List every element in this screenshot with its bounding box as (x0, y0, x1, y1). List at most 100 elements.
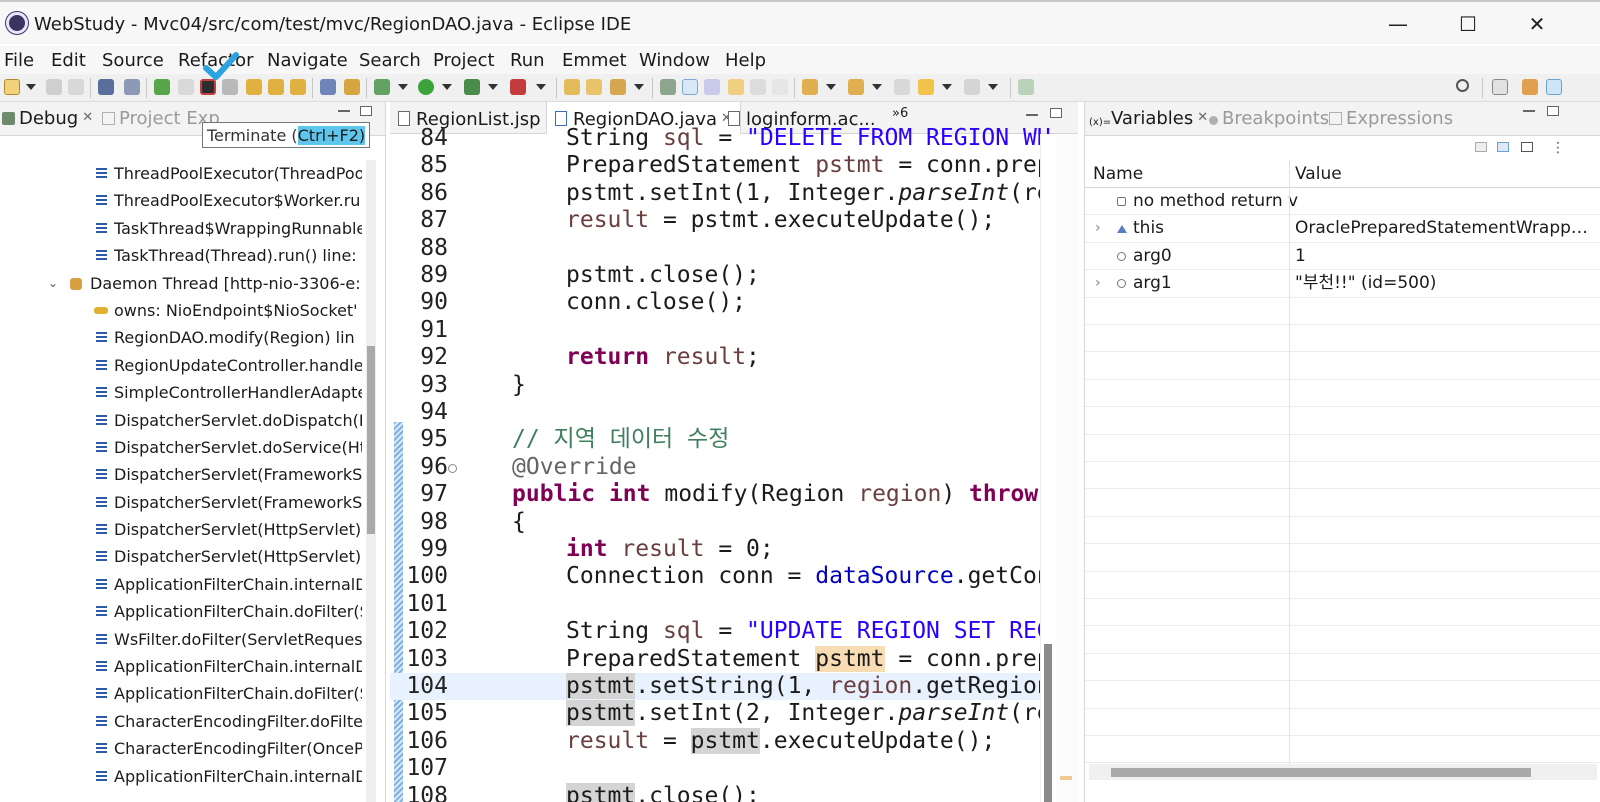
editor-scrollbar-thumb[interactable] (1044, 644, 1052, 802)
code-line[interactable]: 100 Connection conn = dataSource.getCon (390, 563, 1050, 590)
back-icon[interactable] (918, 79, 934, 95)
stack-frame-item[interactable]: ThreadPoolExecutor$Worker.ru (0, 187, 362, 214)
fold-toggle-icon[interactable] (448, 463, 457, 473)
chevron-down-icon[interactable] (942, 84, 952, 90)
code-line[interactable]: 108 pstmt.close(); (390, 782, 1040, 802)
tab-breakpoints[interactable]: Breakpoints (1209, 108, 1329, 129)
stack-frame-item[interactable]: DispatcherServlet(HttpServlet).s (0, 543, 362, 570)
collapse-all-icon[interactable] (1475, 142, 1487, 152)
stack-frame-item[interactable]: ApplicationFilterChain.internalD (0, 763, 362, 790)
forward-icon[interactable] (964, 79, 980, 95)
menu-run[interactable]: Run (510, 50, 545, 71)
external-tools-icon[interactable] (510, 79, 526, 95)
skip-breakpoints-icon[interactable] (124, 79, 140, 95)
tab-variables[interactable]: (x)=Variables ✕ (1089, 108, 1208, 130)
drop-to-frame-icon[interactable] (320, 79, 336, 95)
minimize-button[interactable]: — (1378, 10, 1418, 38)
console-icon[interactable] (98, 79, 114, 95)
variable-row[interactable]: › arg1 "부천!!" (id=500) (1085, 270, 1600, 298)
variables-scrollbar-thumb[interactable] (1111, 768, 1531, 777)
close-icon[interactable]: ✕ (1197, 110, 1208, 125)
suspend-icon[interactable] (178, 79, 194, 95)
code-line[interactable]: 101 (390, 591, 1040, 618)
step-over-icon[interactable] (268, 79, 284, 95)
menu-search[interactable]: Search (359, 50, 421, 71)
coverage-icon[interactable] (464, 79, 480, 95)
stack-frame-item[interactable]: ApplicationFilterChain.doFilter(S (0, 680, 362, 707)
maximize-view-icon[interactable] (360, 106, 372, 116)
column-header-name[interactable]: Name (1093, 164, 1143, 184)
code-line[interactable]: 96 @Override (390, 454, 1040, 481)
layout-icon[interactable] (1521, 142, 1533, 152)
overview-ruler[interactable] (1056, 134, 1078, 802)
save-all-icon[interactable] (68, 79, 84, 95)
maximize-view-icon[interactable] (1547, 106, 1559, 116)
stack-frame-item[interactable]: DispatcherServlet.doService(Ht (0, 434, 362, 461)
code-line[interactable]: 88 (390, 235, 1040, 262)
code-line[interactable]: 84 String sql = "DELETE FROM REGION WH (390, 125, 1050, 152)
close-icon[interactable]: ✕ (82, 110, 93, 125)
stack-frame-item[interactable]: ApplicationFilterChain.internalD (0, 571, 362, 598)
code-line[interactable]: 99 int result = 0; (390, 536, 1040, 563)
thread-item[interactable]: ⌄ Daemon Thread [http-nio-3306-e: (0, 270, 362, 297)
stack-frame-list[interactable]: ThreadPoolExecutor(ThreadPoo ThreadPoolEx… (0, 160, 362, 790)
chevron-down-icon[interactable] (488, 84, 498, 90)
code-line[interactable]: 93} (390, 372, 1040, 399)
variable-row[interactable]: › this OraclePreparedStatementWrappe... (1085, 215, 1600, 243)
code-line[interactable]: 87 result = pstmt.executeUpdate(); (390, 207, 1040, 234)
chevron-down-icon[interactable]: ⌄ (48, 270, 58, 297)
show-whitespace-icon[interactable] (772, 79, 788, 95)
stack-frame-item[interactable]: DispatcherServlet(HttpServlet).s (0, 516, 362, 543)
variable-row[interactable]: arg0 1 (1085, 243, 1600, 271)
chevron-down-icon[interactable] (442, 84, 452, 90)
use-step-filters-icon[interactable] (344, 79, 360, 95)
code-line[interactable]: 92 return result; (390, 344, 1040, 371)
code-line[interactable]: 104 pstmt.setString(1, region.getRegion (390, 673, 1051, 701)
toggle-breadcrumb-icon[interactable] (704, 79, 720, 95)
next-annotation-icon[interactable] (802, 79, 818, 95)
stack-frame-item[interactable]: DispatcherServlet(FrameworkSe (0, 461, 362, 488)
code-line[interactable]: 103 PreparedStatement pstmt = conn.prep (390, 645, 1051, 673)
menu-emmet[interactable]: Emmet (562, 50, 627, 71)
stack-frame-item[interactable]: DispatcherServlet.doDispatch(H (0, 407, 362, 434)
maximize-button[interactable]: ☐ (1448, 10, 1488, 38)
chevron-right-icon[interactable]: › (1095, 270, 1101, 297)
previous-annotation-icon[interactable] (848, 79, 864, 95)
code-line[interactable]: 106 result = pstmt.executeUpdate(); (390, 727, 1040, 755)
code-line[interactable]: 107 (390, 755, 1040, 782)
stack-frame-item[interactable]: CharacterEncodingFilter(OnceP (0, 735, 362, 762)
code-line[interactable]: 95 // 지역 데이터 수정 (390, 426, 1040, 453)
menu-source[interactable]: Source (102, 50, 164, 71)
code-line[interactable]: 102 String sql = "UPDATE REGION SET REG (390, 618, 1050, 645)
step-into-icon[interactable] (246, 79, 262, 95)
stack-frame-item[interactable]: DispatcherServlet(FrameworkSe (0, 489, 362, 516)
view-menu-icon[interactable]: ⋮ (1551, 140, 1565, 156)
debug-scrollbar[interactable] (366, 160, 376, 802)
maximize-view-icon[interactable] (1050, 108, 1062, 118)
stack-frame-item[interactable]: ApplicationFilterChain.internalD (0, 653, 362, 680)
stack-frame-item[interactable]: RegionDAO.modify(Region) lin (0, 324, 362, 351)
chevron-down-icon[interactable] (536, 84, 546, 90)
pin-editor-icon[interactable] (1018, 79, 1034, 95)
stack-frame-item[interactable]: RegionUpdateController.handle (0, 352, 362, 379)
editor-scrollbar[interactable] (1040, 134, 1054, 802)
tab-expressions[interactable]: Expressions (1329, 108, 1453, 129)
open-task-icon[interactable] (610, 79, 626, 95)
menu-edit[interactable]: Edit (51, 50, 86, 71)
minimize-view-icon[interactable] (338, 110, 350, 112)
highlight-occurrences-icon[interactable] (682, 79, 698, 95)
java-ee-perspective-icon[interactable] (1522, 79, 1538, 95)
new-icon[interactable] (4, 79, 20, 95)
step-return-icon[interactable] (290, 79, 306, 95)
stack-frame-item[interactable]: ApplicationFilterChain.doFilter(S (0, 598, 362, 625)
search-icon[interactable] (660, 79, 676, 95)
debug-icon[interactable] (374, 79, 390, 95)
variables-horizontal-scrollbar[interactable] (1089, 764, 1597, 780)
tab-debug[interactable]: Debug ✕ (2, 108, 93, 129)
stack-frame-item[interactable]: WsFilter.doFilter(ServletReques (0, 626, 362, 653)
menu-navigate[interactable]: Navigate (267, 50, 348, 71)
menu-help[interactable]: Help (725, 50, 766, 71)
close-window-button[interactable]: ✕ (1517, 10, 1557, 38)
code-line[interactable]: 86 pstmt.setInt(1, Integer.parseInt(re (390, 180, 1050, 207)
monitor-item[interactable]: owns: NioEndpoint$NioSocket' (0, 297, 362, 324)
